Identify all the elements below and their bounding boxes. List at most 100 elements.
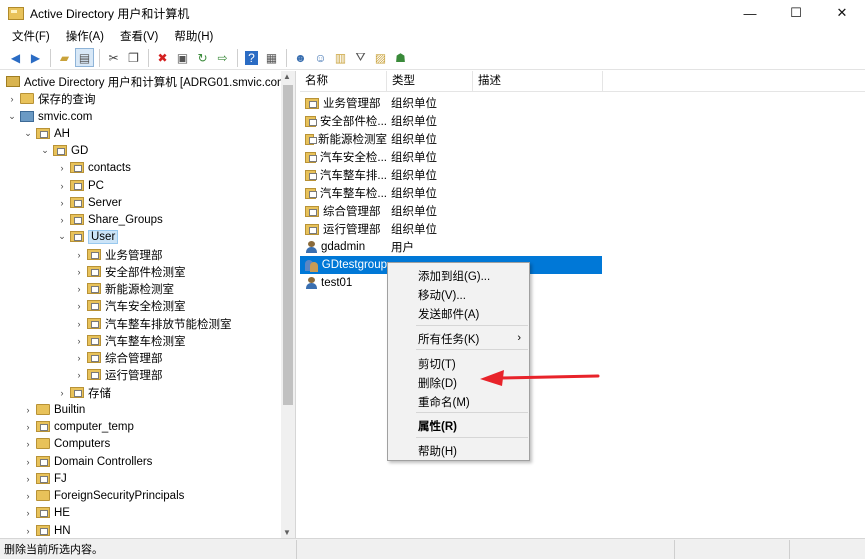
chevron-right-icon[interactable]: › <box>56 198 68 208</box>
list-item[interactable]: 综合管理部 组织单位 <box>300 202 602 220</box>
tree-item-user[interactable]: ⌄ User <box>56 228 119 245</box>
add-to-group-icon[interactable]: ☗ <box>391 48 410 67</box>
tree-item-ou[interactable]: › 新能源检测室 <box>73 280 174 297</box>
menu-item-add-to-group[interactable]: 添加到组(G)... <box>418 268 490 284</box>
tree-item-ou[interactable]: › 汽车整车检测室 <box>73 332 186 349</box>
close-button[interactable]: ✕ <box>819 0 865 26</box>
chevron-right-icon[interactable]: › <box>22 491 34 501</box>
tree-item-saved-queries[interactable]: › 保存的查询 <box>6 90 96 107</box>
tree-item-root[interactable]: Active Directory 用户和计算机 [ADRG01.smvic.co… <box>6 73 290 90</box>
list-item[interactable]: 运行管理部 组织单位 <box>300 220 602 238</box>
tree-item-storage[interactable]: › 存储 <box>56 384 111 401</box>
chevron-right-icon[interactable]: › <box>22 526 34 536</box>
tree-pane[interactable]: Active Directory 用户和计算机 [ADRG01.smvic.co… <box>0 71 296 538</box>
tree-item-ou[interactable]: › 业务管理部 <box>73 246 163 263</box>
tree-item-foreign-security-principals[interactable]: › ForeignSecurityPrincipals <box>22 487 185 504</box>
list-item[interactable]: 新能源检测室 组织单位 <box>300 130 602 148</box>
column-header-type[interactable]: 类型 <box>387 71 473 92</box>
menu-item-rename[interactable]: 重命名(M) <box>418 394 470 410</box>
tree-item-ou[interactable]: › 汽车整车排放节能检测室 <box>73 315 232 332</box>
menu-help[interactable]: 帮助(H) <box>166 28 221 44</box>
tree-item-domain-controllers[interactable]: › Domain Controllers <box>22 453 153 470</box>
show-tree-icon[interactable]: ▤ <box>75 48 94 67</box>
menu-action[interactable]: 操作(A) <box>58 28 112 44</box>
chevron-right-icon[interactable]: › <box>73 370 85 380</box>
tree-item-pc[interactable]: › PC <box>56 177 104 194</box>
tree-item-fj[interactable]: › FJ <box>22 470 67 487</box>
chevron-right-icon[interactable]: › <box>73 267 85 277</box>
tree-item-domain[interactable]: ⌄ smvic.com <box>6 108 92 125</box>
chevron-down-icon[interactable]: ⌄ <box>39 145 51 156</box>
chevron-right-icon[interactable]: › <box>22 457 34 467</box>
chevron-down-icon[interactable]: ⌄ <box>22 128 34 139</box>
tree-item-hn[interactable]: › HN <box>22 522 71 538</box>
tree-scrollbar[interactable]: ▲ ▼ <box>281 71 295 538</box>
menu-item-all-tasks[interactable]: 所有任务(K) <box>418 331 479 347</box>
chevron-right-icon[interactable]: › <box>56 215 68 225</box>
new-ou-icon[interactable]: ▥ <box>331 48 350 67</box>
tree-item-ou[interactable]: › 安全部件检测室 <box>73 263 186 280</box>
list-pane[interactable]: 名称 类型 描述 业务管理部 组织单位 安全部件检... 组织单位 新能源检测室… <box>300 71 865 538</box>
column-header-name[interactable]: 名称 <box>300 71 387 92</box>
list-item[interactable]: 安全部件检... 组织单位 <box>300 112 602 130</box>
refresh-icon[interactable]: ↻ <box>193 48 212 67</box>
back-icon[interactable]: ◀ <box>6 48 25 67</box>
menu-item-properties[interactable]: 属性(R) <box>418 418 457 434</box>
delete-icon[interactable]: ✖ <box>153 48 172 67</box>
chevron-right-icon[interactable]: › <box>73 250 85 260</box>
menu-file[interactable]: 文件(F) <box>4 28 58 44</box>
export-icon[interactable]: ⇨ <box>213 48 232 67</box>
tree-item-ou[interactable]: › 汽车安全检测室 <box>73 297 186 314</box>
filter-icon[interactable]: ⛛ <box>351 48 370 67</box>
list-item[interactable]: 业务管理部 组织单位 <box>300 94 602 112</box>
scrollbar-thumb[interactable] <box>283 85 293 405</box>
find-icon[interactable]: ▨ <box>371 48 390 67</box>
menu-item-delete[interactable]: 删除(D) <box>418 375 457 391</box>
tree-item-builtin[interactable]: › Builtin <box>22 401 86 418</box>
tree-item-he[interactable]: › HE <box>22 504 70 521</box>
tree-item-computer-temp[interactable]: › computer_temp <box>22 418 134 435</box>
chevron-right-icon[interactable]: › <box>22 439 34 449</box>
list-item[interactable]: 汽车整车排... 组织单位 <box>300 166 602 184</box>
tree-item-gd[interactable]: ⌄ GD <box>39 142 88 159</box>
tree-item-contacts[interactable]: › contacts <box>56 159 131 176</box>
column-header-description[interactable]: 描述 <box>473 71 603 92</box>
menu-item-move[interactable]: 移动(V)... <box>418 287 466 303</box>
chevron-right-icon[interactable]: › <box>22 422 34 432</box>
tree-item-ah[interactable]: ⌄ AH <box>22 125 70 142</box>
list-item[interactable]: gdadmin 用户 <box>300 238 602 256</box>
forward-icon[interactable]: ▶ <box>26 48 45 67</box>
chevron-right-icon[interactable]: › <box>6 94 18 104</box>
help-icon[interactable]: ? <box>242 48 261 67</box>
scroll-down-icon[interactable]: ▼ <box>283 528 291 537</box>
copy-icon[interactable]: ❐ <box>124 48 143 67</box>
properties-icon[interactable]: ▣ <box>173 48 192 67</box>
tree-item-ou[interactable]: › 综合管理部 <box>73 349 163 366</box>
chevron-right-icon[interactable]: › <box>22 508 34 518</box>
chevron-right-icon[interactable]: › <box>56 181 68 191</box>
chevron-right-icon[interactable]: › <box>73 284 85 294</box>
maximize-button[interactable]: ☐ <box>773 0 819 26</box>
new-group-icon[interactable]: ☺ <box>311 48 330 67</box>
menu-item-send-mail[interactable]: 发送邮件(A) <box>418 306 479 322</box>
menu-view[interactable]: 查看(V) <box>112 28 166 44</box>
menu-item-help[interactable]: 帮助(H) <box>418 443 457 459</box>
new-user-icon[interactable]: ☻ <box>291 48 310 67</box>
cut-icon[interactable]: ✂ <box>104 48 123 67</box>
tree-item-computers[interactable]: › Computers <box>22 435 111 452</box>
chevron-down-icon[interactable]: ⌄ <box>6 111 18 122</box>
menu-item-cut[interactable]: 剪切(T) <box>418 356 456 372</box>
chevron-right-icon[interactable]: › <box>73 301 85 311</box>
chevron-right-icon[interactable]: › <box>73 319 85 329</box>
tree-item-share-groups[interactable]: › Share_Groups <box>56 211 163 228</box>
chevron-right-icon[interactable]: › <box>56 163 68 173</box>
list-item[interactable]: 汽车整车检... 组织单位 <box>300 184 602 202</box>
console-icon[interactable]: ▦ <box>262 48 281 67</box>
chevron-right-icon[interactable]: › <box>73 353 85 363</box>
chevron-right-icon[interactable]: › <box>22 405 34 415</box>
up-folder-icon[interactable]: ▰ <box>55 48 74 67</box>
list-item[interactable]: 汽车安全检... 组织单位 <box>300 148 602 166</box>
chevron-right-icon[interactable]: › <box>73 336 85 346</box>
chevron-right-icon[interactable]: › <box>56 388 68 398</box>
minimize-button[interactable]: — <box>727 0 773 26</box>
